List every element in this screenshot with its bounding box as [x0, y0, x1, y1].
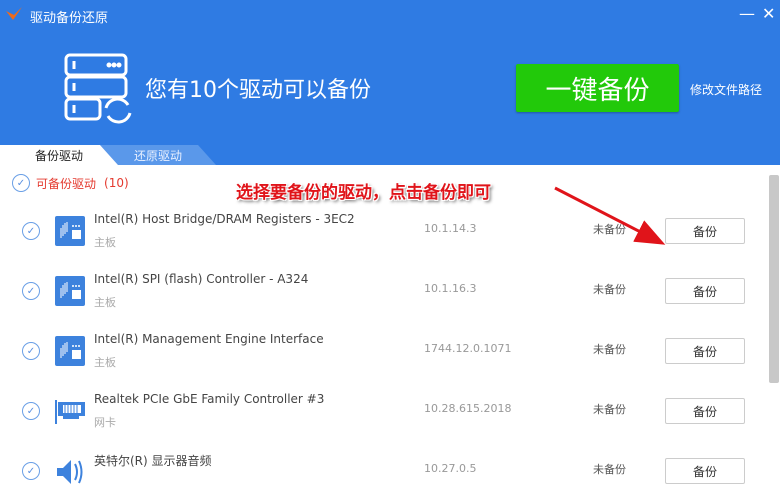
driver-category: 主板 — [94, 236, 116, 249]
driver-row: ✓ Realtek PCIe GbE Family Controller #3 … — [0, 380, 765, 440]
driver-row: ✓ Intel(R) SPI (flash) Controller - A324… — [0, 260, 765, 320]
driver-name: Intel(R) SPI (flash) Controller - A324 — [94, 272, 309, 286]
annotation-text: 选择要备份的驱动，点击备份即可 — [236, 183, 491, 203]
driver-checkbox[interactable]: ✓ — [22, 282, 40, 300]
driver-name: 英特尔(R) 显示器音频 — [94, 454, 212, 468]
driver-checkbox[interactable]: ✓ — [22, 402, 40, 420]
driver-name: Intel(R) Host Bridge/DRAM Registers - 3E… — [94, 212, 355, 226]
driver-version: 1744.12.0.1071 — [424, 342, 512, 355]
motherboard-icon — [55, 276, 85, 306]
section-header: ✓ 可备份驱动 (10) — [12, 174, 129, 192]
backup-status: 未备份 — [593, 283, 626, 296]
section-count: (10) — [104, 176, 129, 190]
window-title: 驱动备份还原 — [30, 11, 109, 26]
driver-count-message: 您有10个驱动可以备份 — [145, 78, 371, 103]
driver-category: 网卡 — [94, 416, 116, 429]
app-logo-icon — [6, 7, 22, 20]
backup-button[interactable]: 备份 — [665, 278, 745, 304]
backup-button[interactable]: 备份 — [665, 458, 745, 484]
tab-backup-drivers[interactable]: 备份驱动 — [0, 145, 118, 165]
driver-checkbox[interactable]: ✓ — [22, 462, 40, 480]
driver-version: 10.1.14.3 — [424, 222, 477, 235]
driver-name: Realtek PCIe GbE Family Controller #3 — [94, 392, 325, 406]
backup-button[interactable]: 备份 — [665, 218, 745, 244]
backup-button[interactable]: 备份 — [665, 398, 745, 424]
driver-checkbox[interactable]: ✓ — [22, 222, 40, 240]
backup-status: 未备份 — [593, 463, 626, 476]
driver-checkbox[interactable]: ✓ — [22, 342, 40, 360]
motherboard-icon — [55, 336, 85, 366]
section-label: 可备份驱动 — [36, 176, 97, 191]
backup-status: 未备份 — [593, 223, 626, 236]
driver-name: Intel(R) Management Engine Interface — [94, 332, 324, 346]
tab-restore-drivers[interactable]: 还原驱动 — [100, 145, 216, 165]
driver-version: 10.1.16.3 — [424, 282, 477, 295]
driver-row: ✓ Intel(R) Host Bridge/DRAM Registers - … — [0, 200, 765, 260]
driver-version: 10.28.615.2018 — [424, 402, 512, 415]
minimize-button[interactable]: — — [739, 4, 755, 23]
network-card-icon — [55, 396, 85, 426]
change-path-link[interactable]: 修改文件路径 — [690, 81, 762, 98]
driver-category: 主板 — [94, 356, 116, 369]
one-click-backup-button[interactable]: 一键备份 — [516, 64, 679, 112]
backup-status: 未备份 — [593, 403, 626, 416]
driver-version: 10.27.0.5 — [424, 462, 477, 475]
scrollbar[interactable] — [769, 175, 779, 383]
backup-status: 未备份 — [593, 343, 626, 356]
speaker-icon — [55, 456, 85, 486]
select-all-checkbox[interactable]: ✓ — [12, 174, 30, 192]
backup-button[interactable]: 备份 — [665, 338, 745, 364]
driver-row: ✓ Intel(R) Management Engine Interface 主… — [0, 320, 765, 380]
header: 驱动备份还原 — ✕ 您有10个驱动可以备份 一键备份 修改文件路径 — [0, 0, 780, 165]
driver-row: ✓ 英特尔(R) 显示器音频 10.27.0.5 未备份 备份 — [0, 440, 765, 500]
motherboard-icon — [55, 216, 85, 246]
driver-category: 主板 — [94, 296, 116, 309]
close-button[interactable]: ✕ — [762, 4, 775, 23]
server-sync-icon — [64, 53, 132, 124]
